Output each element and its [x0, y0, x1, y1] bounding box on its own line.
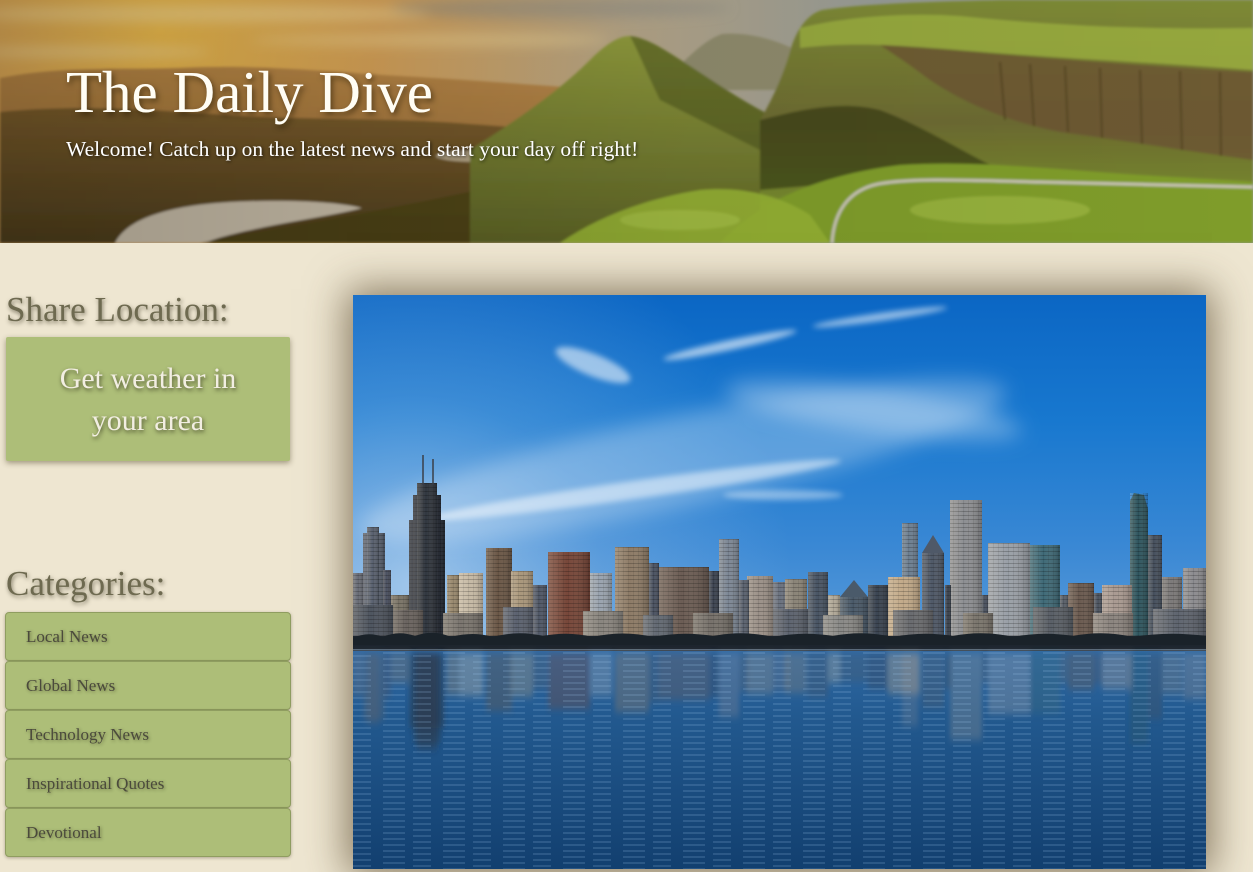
category-item-global-news[interactable]: Global News [5, 661, 291, 710]
category-item-devotional[interactable]: Devotional [5, 808, 291, 857]
site-tagline: Welcome! Catch up on the latest news and… [66, 137, 639, 161]
building-shading [988, 543, 1030, 645]
site-title: The Daily Dive [66, 59, 433, 125]
featured-image-graphic [353, 295, 1206, 869]
site-header: The Daily Dive Welcome! Catch up on the … [0, 0, 1253, 243]
category-item-technology-news[interactable]: Technology News [5, 710, 291, 759]
featured-image [353, 295, 1206, 869]
category-list: Local News Global News Technology News I… [5, 612, 291, 857]
category-item-inspirational-quotes[interactable]: Inspirational Quotes [5, 759, 291, 808]
get-weather-button[interactable]: Get weather in your area [6, 337, 290, 461]
category-item-local-news[interactable]: Local News [5, 612, 291, 661]
water [353, 651, 1206, 869]
share-location-heading: Share Location: [6, 290, 229, 329]
categories-heading: Categories: [6, 564, 166, 603]
